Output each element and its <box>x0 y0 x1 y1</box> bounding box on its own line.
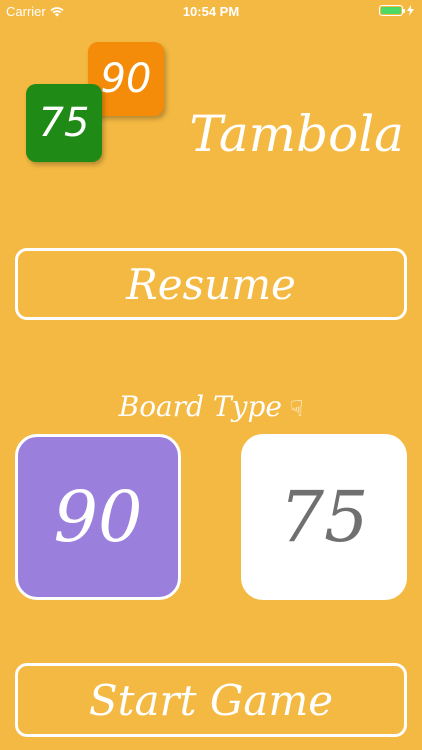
logo-tile-75: 75 <box>26 84 102 162</box>
start-game-button[interactable]: Start Game <box>15 663 407 737</box>
pointing-hand-icon: ☟ <box>289 397 304 422</box>
board-option-90[interactable]: 90 <box>15 434 181 600</box>
board-option-75[interactable]: 75 <box>241 434 407 600</box>
battery-icon <box>379 5 405 16</box>
status-bar: Carrier 10:54 PM <box>0 0 422 24</box>
board-type-label: Board Type <box>118 390 282 423</box>
status-right <box>379 5 414 16</box>
charging-bolt-icon <box>407 5 414 16</box>
app-title: Tambola <box>189 105 404 163</box>
board-type-heading: Board Type ☟ <box>0 390 422 423</box>
status-time: 10:54 PM <box>182 4 240 19</box>
resume-button[interactable]: Resume <box>15 248 407 320</box>
